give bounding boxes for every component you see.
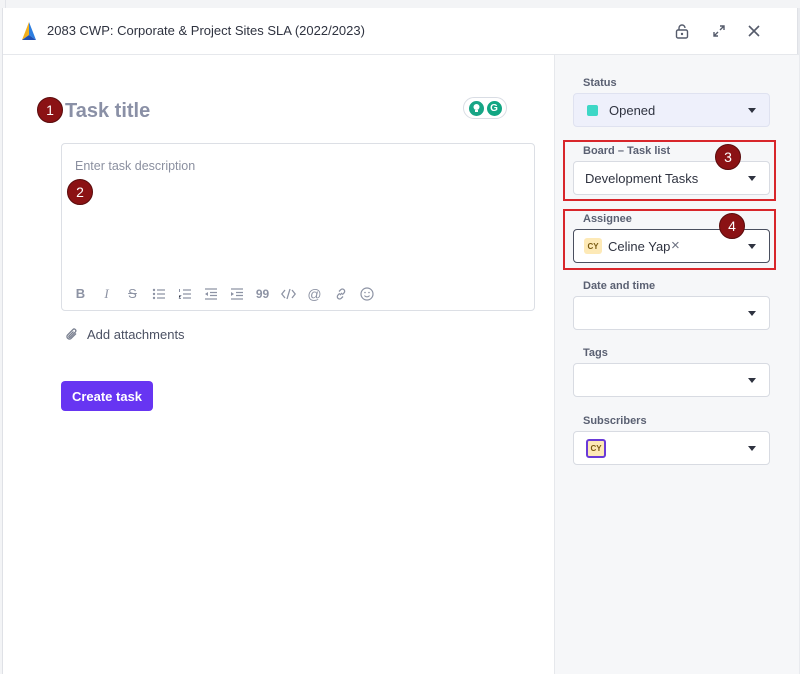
- quote-icon[interactable]: 99: [254, 285, 271, 302]
- highlight-box-assignee: [563, 209, 776, 270]
- date-time-label: Date and time: [583, 280, 656, 292]
- modal-header: 2083 CWP: Corporate & Project Sites SLA …: [3, 8, 799, 55]
- subscribers-label: Subscribers: [583, 415, 647, 427]
- status-color-swatch: [587, 105, 598, 116]
- task-sidebar: Status Opened Board – Task list Developm…: [554, 55, 799, 674]
- editor-toolbar: B I S 99 @: [72, 285, 375, 302]
- subscriber-avatar: CY: [586, 439, 606, 458]
- paperclip-icon: [66, 328, 77, 340]
- bold-icon[interactable]: B: [72, 285, 89, 302]
- outdent-icon[interactable]: [202, 285, 219, 302]
- expand-button[interactable]: [707, 19, 731, 43]
- strikethrough-icon[interactable]: S: [124, 285, 141, 302]
- add-attachments-link[interactable]: Add attachments: [65, 327, 185, 342]
- expand-icon: [713, 25, 725, 37]
- close-button[interactable]: [742, 19, 766, 43]
- chevron-down-icon: [748, 108, 756, 113]
- link-icon[interactable]: [332, 285, 349, 302]
- chevron-down-icon: [748, 446, 756, 451]
- bulb-icon: [468, 100, 484, 116]
- description-placeholder: Enter task description: [75, 159, 196, 173]
- screen: 2083 CWP: Corporate & Project Sites SLA …: [0, 0, 800, 674]
- grammarly-icon: G: [486, 100, 502, 116]
- annotation-badge-2: 2: [67, 179, 93, 205]
- add-attachments-label: Add attachments: [87, 327, 185, 342]
- date-time-select[interactable]: [573, 296, 770, 330]
- lock-button[interactable]: [670, 19, 694, 43]
- numbered-list-icon[interactable]: [176, 285, 193, 302]
- indent-icon[interactable]: [228, 285, 245, 302]
- highlight-box-board: [563, 140, 776, 201]
- tags-select[interactable]: [573, 363, 770, 397]
- modal-title: 2083 CWP: Corporate & Project Sites SLA …: [47, 23, 365, 38]
- create-task-button[interactable]: Create task: [61, 381, 153, 411]
- app-logo-icon: [22, 22, 36, 40]
- chevron-down-icon: [748, 378, 756, 383]
- lock-icon: [675, 23, 689, 39]
- status-select[interactable]: Opened: [573, 93, 770, 127]
- task-description-editor[interactable]: Enter task description B I S 99 @ 2: [61, 143, 535, 311]
- task-title-input[interactable]: Task title: [65, 100, 150, 123]
- close-icon: [748, 25, 760, 37]
- task-modal: 2083 CWP: Corporate & Project Sites SLA …: [2, 8, 799, 674]
- status-label: Status: [583, 77, 617, 89]
- annotation-badge-4: 4: [719, 213, 745, 239]
- background-top: [0, 0, 800, 8]
- chevron-down-icon: [748, 311, 756, 316]
- tags-label: Tags: [583, 347, 608, 359]
- annotation-badge-3: 3: [715, 144, 741, 170]
- task-main-panel: 1 Task title G Enter task description B …: [3, 55, 554, 674]
- status-value: Opened: [609, 103, 656, 118]
- grammarly-widget[interactable]: G: [463, 97, 507, 119]
- bullet-list-icon[interactable]: [150, 285, 167, 302]
- code-icon[interactable]: [280, 285, 297, 302]
- mention-icon[interactable]: @: [306, 285, 323, 302]
- italic-icon[interactable]: I: [98, 285, 115, 302]
- annotation-badge-1: 1: [37, 97, 63, 123]
- subscribers-select[interactable]: CY: [573, 431, 770, 465]
- emoji-icon[interactable]: [358, 285, 375, 302]
